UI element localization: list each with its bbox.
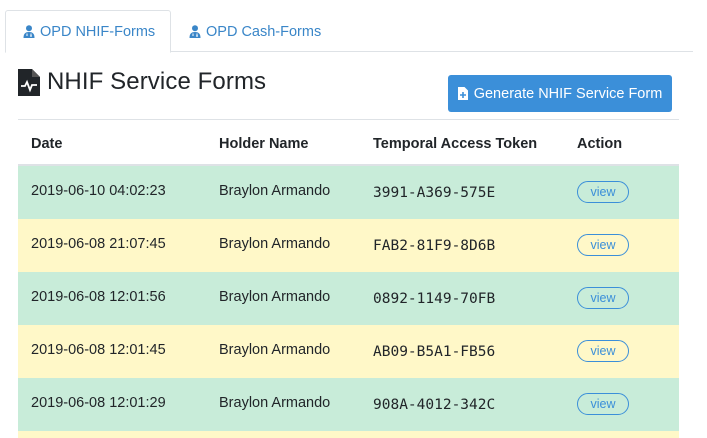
view-button[interactable]: view	[577, 340, 629, 362]
row-holder-name: Braylon Armando	[219, 289, 331, 305]
file-medical-icon	[18, 68, 40, 96]
table-row: 2019-06-08 12:01:45 Braylon Armando AB09…	[18, 325, 679, 378]
row-holder-name: Braylon Armando	[219, 236, 331, 252]
file-plus-icon	[457, 87, 468, 100]
row-date: 2019-06-08 12:01:29	[31, 395, 166, 411]
view-button[interactable]: view	[577, 234, 629, 256]
row-date: 2019-06-10 04:02:23	[31, 183, 166, 199]
column-header-action: Action	[577, 136, 623, 152]
generate-nhif-service-form-button[interactable]: Generate NHIF Service Form	[448, 75, 672, 112]
column-header-token: Temporal Access Token	[373, 136, 538, 152]
row-holder-name: Braylon Armando	[219, 342, 331, 358]
table-row: 2019-06-08 12:01:29 Braylon Armando 908A…	[18, 378, 679, 431]
table-row-partial	[18, 431, 679, 438]
row-date: 2019-06-08 12:01:56	[31, 289, 166, 305]
view-button[interactable]: view	[577, 393, 629, 415]
row-date: 2019-06-08 12:01:45	[31, 342, 166, 358]
user-md-icon	[189, 25, 201, 38]
tab-opd-cash-forms[interactable]: OPD Cash-Forms	[187, 10, 321, 53]
row-token: 3991-A369-575E	[373, 185, 496, 201]
page-title: NHIF Service Forms	[47, 68, 267, 95]
view-button[interactable]: view	[577, 287, 629, 309]
tab-label: OPD NHIF-Forms	[40, 23, 156, 40]
page-heading: NHIF Service Forms	[18, 66, 266, 98]
row-token: FAB2-81F9-8D6B	[373, 238, 496, 254]
generate-button-label: Generate NHIF Service Form	[473, 85, 663, 102]
column-header-holder-name: Holder Name	[219, 136, 309, 152]
table-header: Date Holder Name Temporal Access Token A…	[18, 120, 679, 166]
forms-table: Date Holder Name Temporal Access Token A…	[18, 119, 679, 438]
table-row: 2019-06-10 04:02:23 Braylon Armando 3991…	[18, 166, 679, 219]
table-row: 2019-06-08 12:01:56 Braylon Armando 0892…	[18, 272, 679, 325]
row-holder-name: Braylon Armando	[219, 395, 331, 411]
tab-label: OPD Cash-Forms	[206, 23, 322, 40]
row-holder-name: Braylon Armando	[219, 183, 331, 199]
row-date: 2019-06-08 21:07:45	[31, 236, 166, 252]
user-md-icon	[23, 25, 35, 38]
page: OPD NHIF-Forms OPD Cash-Forms NHIF Servi…	[0, 0, 707, 438]
tab-bar: OPD NHIF-Forms OPD Cash-Forms	[5, 10, 693, 53]
tab-opd-nhif-forms[interactable]: OPD NHIF-Forms	[5, 10, 171, 53]
table-row: 2019-06-08 21:07:45 Braylon Armando FAB2…	[18, 219, 679, 272]
column-header-date: Date	[31, 136, 63, 152]
row-token: 0892-1149-70FB	[373, 291, 496, 307]
row-token: AB09-B5A1-FB56	[373, 344, 496, 360]
view-button[interactable]: view	[577, 181, 629, 203]
row-token: 908A-4012-342C	[373, 397, 496, 413]
